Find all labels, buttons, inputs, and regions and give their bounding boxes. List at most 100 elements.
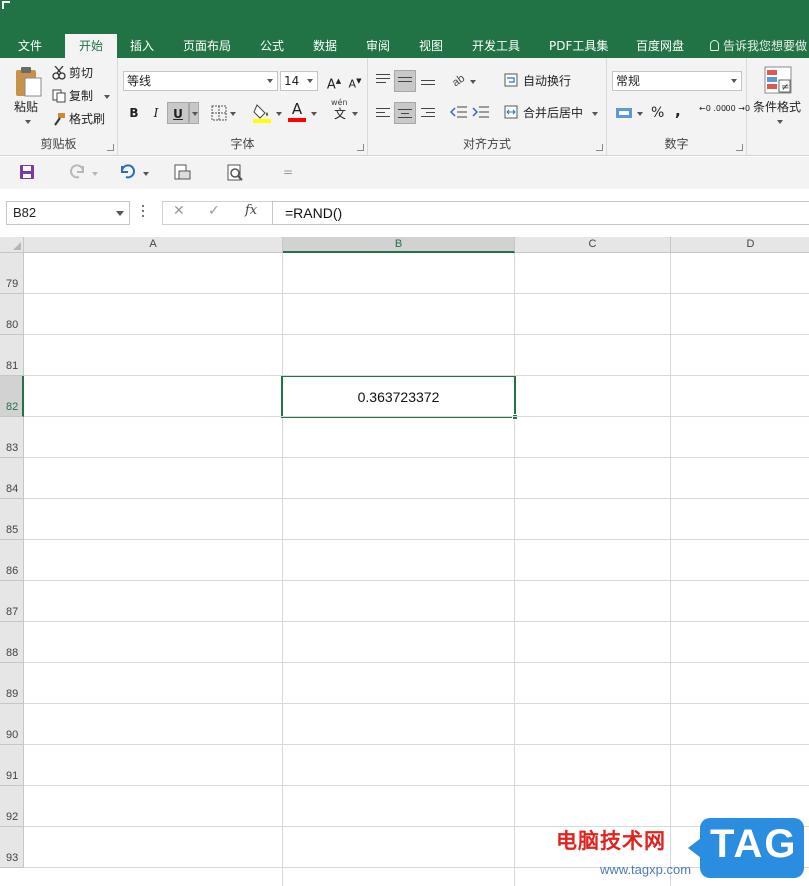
- row-header-89[interactable]: 89: [0, 663, 24, 704]
- paste-icon[interactable]: [13, 66, 43, 98]
- insert-function-icon[interactable]: fx: [245, 203, 257, 218]
- italic-button[interactable]: I: [145, 102, 167, 124]
- tab-developer[interactable]: 开发工具: [464, 34, 528, 58]
- tab-file[interactable]: 文件: [10, 34, 50, 58]
- format-painter-button[interactable]: 格式刷: [69, 110, 105, 128]
- tab-data[interactable]: 数据: [305, 34, 345, 58]
- name-box[interactable]: B82: [6, 201, 130, 225]
- number-format-select[interactable]: 常规: [612, 71, 742, 91]
- align-center-button[interactable]: [394, 102, 416, 124]
- cut-button[interactable]: 剪切: [69, 64, 93, 82]
- alignment-launcher-icon[interactable]: [596, 144, 603, 151]
- increase-decimal-button[interactable]: ←0 .00: [699, 104, 726, 113]
- phonetic-guide-button[interactable]: 文: [334, 107, 346, 121]
- row-header-88[interactable]: 88: [0, 622, 24, 663]
- undo-icon[interactable]: [118, 163, 138, 183]
- percent-style-button[interactable]: %: [651, 104, 664, 122]
- tab-view[interactable]: 视图: [411, 34, 451, 58]
- phonetic-dropdown-arrow-icon[interactable]: [352, 112, 358, 116]
- cancel-icon[interactable]: ✕: [173, 203, 185, 219]
- clipboard-launcher-icon[interactable]: [107, 144, 114, 151]
- tab-page-layout[interactable]: 页面布局: [175, 34, 239, 58]
- row-header-93[interactable]: 93: [0, 827, 24, 868]
- grow-font-button[interactable]: A▲: [323, 70, 345, 92]
- font-name-select[interactable]: 等线: [123, 71, 278, 91]
- cell-b82[interactable]: 0.363723372: [283, 377, 514, 418]
- increase-indent-icon[interactable]: [472, 105, 490, 119]
- row-header-92[interactable]: 92: [0, 786, 24, 827]
- tab-formulas[interactable]: 公式: [252, 34, 292, 58]
- row-header-79[interactable]: 79: [0, 253, 24, 294]
- font-color-dropdown-arrow-icon[interactable]: [311, 112, 317, 116]
- accounting-format-icon[interactable]: [615, 105, 635, 121]
- number-launcher-icon[interactable]: [736, 144, 743, 151]
- save-icon[interactable]: [18, 163, 36, 183]
- tab-baidu-netdisk[interactable]: 百度网盘: [628, 34, 692, 58]
- merge-center-button[interactable]: 合并后居中: [523, 104, 583, 122]
- orientation-dropdown-arrow-icon[interactable]: [470, 80, 476, 84]
- window-resize-icon[interactable]: [2, 1, 10, 9]
- shrink-font-button[interactable]: A▼: [344, 70, 366, 92]
- select-all-button[interactable]: [0, 237, 24, 253]
- copy-dropdown-arrow-icon[interactable]: [104, 95, 110, 99]
- decrease-decimal-button[interactable]: .00 →0: [723, 104, 750, 113]
- row-header-91[interactable]: 91: [0, 745, 24, 786]
- border-dropdown-arrow-icon[interactable]: [230, 112, 236, 116]
- tab-insert[interactable]: 插入: [122, 34, 162, 58]
- tab-pdf-tools[interactable]: PDF工具集: [541, 34, 616, 58]
- column-header-a[interactable]: A: [24, 237, 283, 253]
- underline-dropdown[interactable]: [189, 102, 199, 124]
- tab-home[interactable]: 开始: [65, 34, 117, 58]
- column-header-c[interactable]: C: [515, 237, 671, 253]
- conditional-format-button[interactable]: 条件格式: [753, 98, 801, 116]
- qat-customize-icon[interactable]: =: [283, 163, 293, 181]
- tab-review[interactable]: 审阅: [358, 34, 398, 58]
- bold-button[interactable]: B: [123, 102, 145, 124]
- worksheet-grid[interactable]: A B C D 0.363723372 79 80 81 82 83 84 85 86 87 88…: [0, 237, 809, 886]
- font-color-button[interactable]: A: [286, 98, 308, 122]
- border-icon[interactable]: [211, 105, 227, 121]
- wrap-text-button[interactable]: 自动换行: [523, 72, 571, 90]
- underline-button[interactable]: U: [167, 102, 189, 124]
- row-header-82[interactable]: 82: [0, 376, 24, 417]
- enter-icon[interactable]: ✓: [208, 203, 220, 219]
- undo-dropdown-arrow-icon[interactable]: [143, 172, 149, 176]
- column-header-d[interactable]: D: [671, 237, 809, 253]
- decrease-indent-icon[interactable]: [450, 105, 468, 119]
- conditional-format-arrow-icon[interactable]: [777, 120, 783, 124]
- row-header-84[interactable]: 84: [0, 458, 24, 499]
- zoom-preview-icon[interactable]: [226, 163, 246, 183]
- align-top-icon[interactable]: [376, 74, 390, 86]
- align-bottom-icon[interactable]: [421, 80, 435, 88]
- formula-bar-grip-icon[interactable]: [142, 205, 145, 219]
- conditional-format-icon[interactable]: ≠: [764, 66, 794, 96]
- row-header-87[interactable]: 87: [0, 581, 24, 622]
- font-launcher-icon[interactable]: [357, 144, 364, 151]
- copy-button[interactable]: 复制: [69, 87, 93, 105]
- paste-button[interactable]: 粘贴: [14, 98, 38, 116]
- redo-icon[interactable]: [67, 163, 87, 183]
- redo-dropdown-arrow-icon[interactable]: [92, 172, 98, 176]
- row-header-86[interactable]: 86: [0, 540, 24, 581]
- column-header-b[interactable]: B: [283, 237, 515, 253]
- merge-dropdown-arrow-icon[interactable]: [592, 112, 598, 116]
- row-header-80[interactable]: 80: [0, 294, 24, 335]
- tell-me-search[interactable]: 告诉我您想要做: [710, 34, 807, 58]
- name-box-arrow-icon[interactable]: [116, 211, 124, 216]
- paste-dropdown-arrow-icon[interactable]: [25, 120, 31, 124]
- align-right-icon[interactable]: [421, 108, 435, 120]
- comma-style-button[interactable]: ,: [675, 102, 681, 120]
- row-header-83[interactable]: 83: [0, 417, 24, 458]
- align-middle-button[interactable]: [394, 70, 416, 92]
- font-size-select[interactable]: 14: [280, 71, 318, 91]
- fill-color-dropdown-arrow-icon[interactable]: [276, 112, 282, 116]
- fill-color-icon[interactable]: [252, 102, 272, 124]
- formula-input[interactable]: =RAND(): [272, 201, 809, 225]
- row-header-85[interactable]: 85: [0, 499, 24, 540]
- print-preview-icon[interactable]: [172, 163, 192, 183]
- align-left-icon[interactable]: [376, 108, 390, 120]
- row-header-90[interactable]: 90: [0, 704, 24, 745]
- text-orientation-icon[interactable]: ab: [450, 71, 468, 89]
- row-header-81[interactable]: 81: [0, 335, 24, 376]
- accounting-dropdown-arrow-icon[interactable]: [637, 112, 643, 116]
